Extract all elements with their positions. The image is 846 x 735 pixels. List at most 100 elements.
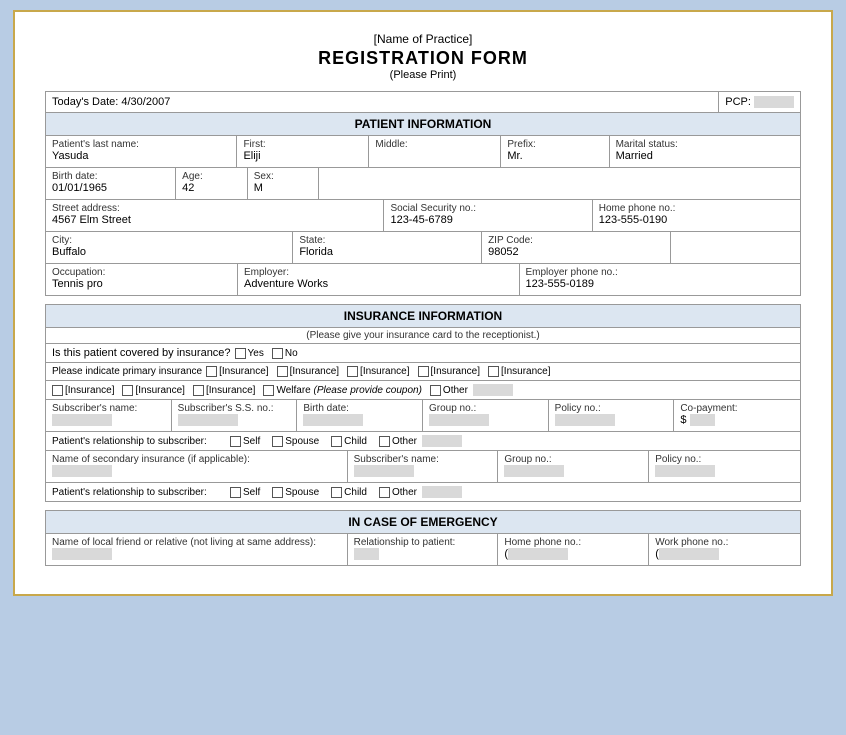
child2-checkbox[interactable] [331,487,342,498]
policy-no-cell: Policy no.: [549,400,675,431]
empty-cell [319,168,800,199]
secondary-subscriber-cell: Subscriber's name: [348,451,499,482]
emergency-grid: Name of local friend or relative (not li… [46,534,800,565]
birth-date-ins-cell: Birth date: [297,400,423,431]
ins7-checkbox[interactable] [122,385,133,396]
self-checkbox-item: Self [230,436,260,447]
insurance-section: INSURANCE INFORMATION (Please give your … [45,304,801,502]
yes-checkbox[interactable] [235,348,246,359]
self2-checkbox-item: Self [230,487,260,498]
secondary-grid: Name of secondary insurance (if applicab… [46,451,800,483]
no-checkbox-item: No [272,348,298,359]
yes-checkbox-item: Yes [235,348,264,359]
age-cell: Age: 42 [176,168,248,199]
patient-section: Today's Date: 4/30/2007 PCP: PATIENT INF… [45,91,801,296]
other2-checkbox[interactable] [379,487,390,498]
employer-cell: Employer: Adventure Works [238,264,520,295]
top-info-row: Today's Date: 4/30/2007 PCP: [46,92,800,113]
ins5-checkbox-item: [Insurance] [488,366,550,377]
birth-date-ins-value[interactable] [303,414,363,426]
zip-cell: ZIP Code: 98052 [482,232,671,263]
form-header: [Name of Practice] REGISTRATION FORM (Pl… [45,32,801,81]
ins8-checkbox[interactable] [193,385,204,396]
other-checkbox[interactable] [430,385,441,396]
street-row: Street address: 4567 Elm Street Social S… [46,200,800,232]
emergency-section: IN CASE OF EMERGENCY Name of local frien… [45,510,801,566]
ins2-checkbox-item: [Insurance] [277,366,339,377]
ins4-checkbox[interactable] [418,366,429,377]
rel-to-patient-cell: Relationship to patient: [348,534,499,565]
ins1-checkbox-item: [Insurance] [206,366,268,377]
other-rel-value[interactable] [422,435,462,447]
ins5-checkbox[interactable] [488,366,499,377]
secondary-policy-cell: Policy no.: [649,451,800,482]
em-home-phone-value[interactable] [508,548,568,560]
other-rel-checkbox-item: Other [379,435,462,447]
secondary-group-cell: Group no.: [498,451,649,482]
ssn-cell: Social Security no.: 123-45-6789 [384,200,592,231]
ins1-checkbox[interactable] [206,366,217,377]
pcp-value[interactable] [754,96,794,108]
birth-row: Birth date: 01/01/1965 Age: 42 Sex: M [46,168,800,200]
copay-value[interactable] [690,414,715,426]
ins3-checkbox[interactable] [347,366,358,377]
spouse-checkbox[interactable] [272,436,283,447]
friend-value[interactable] [52,548,112,560]
sex-cell: Sex: M [248,168,320,199]
primary-insurance-row: Please indicate primary insurance [Insur… [46,363,800,381]
occupation-cell: Occupation: Tennis pro [46,264,238,295]
subscriber-ss-value[interactable] [178,414,238,426]
em-home-phone-cell: Home phone no.: ( [498,534,649,565]
street-cell: Street address: 4567 Elm Street [46,200,384,231]
welfare-checkbox-item: Welfare (Please provide coupon) [263,385,421,396]
covered-row: Is this patient covered by insurance? Ye… [46,344,800,363]
child-checkbox-item: Child [331,436,367,447]
middle-cell: Middle: [369,136,501,167]
spouse-checkbox-item: Spouse [272,436,319,447]
other2-value[interactable] [422,486,462,498]
no-checkbox[interactable] [272,348,283,359]
ins2-checkbox[interactable] [277,366,288,377]
em-work-phone-cell: Work phone no.: ( [649,534,800,565]
secondary-insurance-row: [Insurance] [Insurance] [Insurance] Welf… [46,381,800,400]
practice-name: [Name of Practice] [45,32,801,46]
pcp-field: PCP: [718,92,800,112]
insurance-subheader: (Please give your insurance card to the … [46,328,800,344]
home-phone-cell: Home phone no.: 123-555-0190 [593,200,800,231]
subscriber-ss-cell: Subscriber's S.S. no.: [172,400,298,431]
friend-cell: Name of local friend or relative (not li… [46,534,348,565]
insurance-section-header: INSURANCE INFORMATION [46,305,800,328]
secondary-policy-value[interactable] [655,465,715,477]
secondary-group-value[interactable] [504,465,564,477]
relationship-row-2: Patient's relationship to subscriber: Se… [46,483,800,501]
welfare-checkbox[interactable] [263,385,274,396]
group-no-value[interactable] [429,414,489,426]
marital-cell: Marital status: Married [610,136,800,167]
other-value[interactable] [473,384,513,396]
group-no-cell: Group no.: [423,400,549,431]
subscriber-name-cell: Subscriber's name: [46,400,172,431]
patient-section-header: PATIENT INFORMATION [46,113,800,136]
state-cell: State: Florida [293,232,482,263]
ins4-checkbox-item: [Insurance] [418,366,480,377]
child-checkbox[interactable] [331,436,342,447]
secondary-ins-value[interactable] [52,465,112,477]
other-checkbox-item: Other [430,384,513,396]
form-title: REGISTRATION FORM [45,48,801,69]
rel-to-patient-value[interactable] [354,548,379,560]
self2-checkbox[interactable] [230,487,241,498]
other-rel-checkbox[interactable] [379,436,390,447]
em-work-phone-value[interactable] [659,548,719,560]
date-field: Today's Date: 4/30/2007 [46,92,718,112]
secondary-subscriber-value[interactable] [354,465,414,477]
ins6-checkbox[interactable] [52,385,63,396]
last-name-cell: Patient's last name: Yasuda [46,136,237,167]
copay-cell: Co-payment: $ [674,400,800,431]
relationship-row-1: Patient's relationship to subscriber: Se… [46,432,800,451]
other2-checkbox-item: Other [379,486,462,498]
ins7-checkbox-item: [Insurance] [122,385,184,396]
spouse2-checkbox[interactable] [272,487,283,498]
subscriber-name-value[interactable] [52,414,112,426]
self-checkbox[interactable] [230,436,241,447]
policy-no-value[interactable] [555,414,615,426]
